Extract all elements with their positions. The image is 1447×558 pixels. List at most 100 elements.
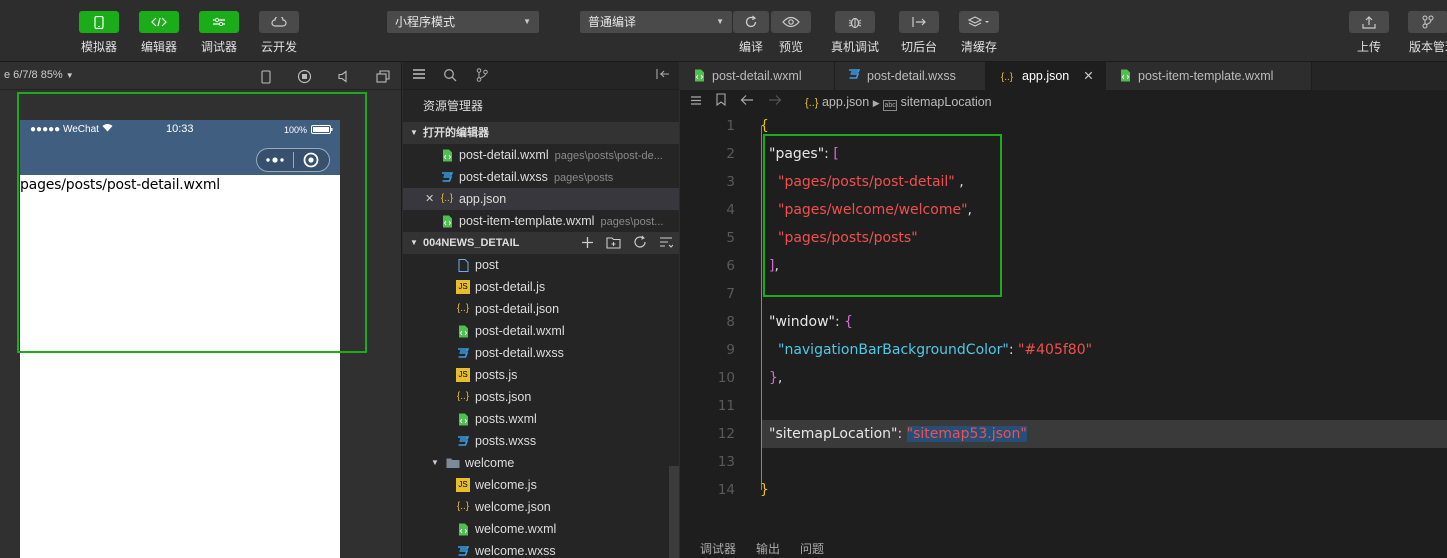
editor-tab-label: post-detail.wxss xyxy=(867,69,956,83)
tree-file[interactable]: JS welcome.js xyxy=(403,474,679,496)
editor-label: 编辑器 xyxy=(140,40,177,54)
branch-icon xyxy=(1408,11,1447,33)
bookmark-icon[interactable] xyxy=(716,90,726,114)
open-editor-filename: app.json xyxy=(459,192,507,206)
colon: : xyxy=(835,314,845,330)
battery-icon xyxy=(311,125,333,137)
editor-tab[interactable]: post-detail.wxss xyxy=(835,62,986,90)
explorer-iconbar xyxy=(403,62,679,90)
background-button[interactable]: 切后台 xyxy=(889,11,949,55)
comma: , xyxy=(774,258,779,274)
json-key: "pages" xyxy=(769,146,825,162)
breadcrumb-file[interactable]: app.json xyxy=(822,95,869,109)
carrier-signal: ●●●●● WeChat xyxy=(30,124,99,135)
string-symbol-icon: abc xyxy=(883,100,898,111)
code-line-4: 4 "pages/welcome/welcome", xyxy=(680,196,1447,224)
background-label: 切后台 xyxy=(900,40,937,54)
back-arrow-icon[interactable] xyxy=(740,90,754,114)
upload-button[interactable]: 上传 xyxy=(1339,11,1399,55)
list-icon[interactable] xyxy=(690,90,702,114)
tree-item-label: post xyxy=(475,258,499,272)
clear-cache-button[interactable]: 清缓存 xyxy=(949,11,1009,55)
wxml-file-icon xyxy=(456,324,470,338)
brace-open: { xyxy=(760,118,769,134)
tree-file[interactable]: posts.wxss xyxy=(403,430,679,452)
phone-nav-bar xyxy=(20,146,340,175)
open-editor-item[interactable]: post-item-template.wxml pages\post... xyxy=(403,210,679,232)
popout-icon[interactable] xyxy=(374,68,391,85)
tab-debugger[interactable]: 调试器 xyxy=(700,536,736,558)
code-area[interactable]: 1{ 2 "pages": [ 3 "pages/posts/post-detail… xyxy=(680,112,1447,504)
remote-debug-button[interactable]: 真机调试 xyxy=(825,11,885,55)
tree-file[interactable]: {..} post-detail.json xyxy=(403,298,679,320)
record-icon[interactable] xyxy=(296,68,313,85)
folder-icon xyxy=(446,456,460,470)
editor-tab[interactable]: post-detail.wxml xyxy=(680,62,835,90)
code-line-12: 12 "sitemapLocation": "sitemap53.json" xyxy=(718,420,1447,448)
tree-file[interactable]: posts.wxml xyxy=(403,408,679,430)
open-editors-header[interactable]: ▼ 打开的编辑器 xyxy=(403,122,679,144)
open-editor-item[interactable]: ✕ {..} app.json xyxy=(403,188,679,210)
collapse-panel-icon[interactable] xyxy=(656,68,670,83)
tree-item-label: post-detail.json xyxy=(475,302,560,316)
open-editor-item[interactable]: post-detail.wxss pages\posts xyxy=(403,166,679,188)
open-editor-filename: post-detail.wxss pages\posts xyxy=(459,170,614,184)
code-line-1: 1{ xyxy=(680,112,1447,140)
phone-icon[interactable] xyxy=(257,68,274,85)
compile-select-value: 普通编译 xyxy=(588,15,637,29)
tree-file[interactable]: JS post-detail.js xyxy=(403,276,679,298)
debugger-button[interactable]: 调试器 xyxy=(189,11,249,55)
editor-tab[interactable]: post-item-template.wxml xyxy=(1106,62,1312,90)
mode-select[interactable]: 小程序模式 ▼ xyxy=(387,11,539,33)
preview-button[interactable]: 预览 xyxy=(761,11,821,55)
close-icon[interactable]: ✕ xyxy=(1083,69,1093,83)
simulator-label: 模拟器 xyxy=(80,40,117,54)
tree-file[interactable]: {..} posts.json xyxy=(403,386,679,408)
tree-file[interactable]: {..} welcome.json xyxy=(403,496,679,518)
tree-file[interactable]: welcome.wxml xyxy=(403,518,679,540)
tree-file[interactable]: post-detail.wxss xyxy=(403,342,679,364)
tree-file[interactable]: welcome.wxss xyxy=(403,540,679,558)
tab-problems[interactable]: 问题 xyxy=(800,536,824,558)
editor-tabs: post-detail.wxml post-detail.wxss {..} app.… xyxy=(680,62,1447,90)
open-editor-item[interactable]: post-detail.wxml pages\posts\post-de... xyxy=(403,144,679,166)
git-branch-icon[interactable] xyxy=(476,68,488,85)
code-line-6: 6], xyxy=(680,252,1447,280)
simulator-button[interactable]: 模拟器 xyxy=(69,11,129,55)
explorer-scrollbar[interactable] xyxy=(669,466,679,558)
tab-output[interactable]: 输出 xyxy=(756,536,780,558)
project-header[interactable]: ▼ 004NEWS_DETAIL xyxy=(403,232,679,254)
cloud-icon xyxy=(259,11,299,33)
compile-select[interactable]: 普通编译 ▼ xyxy=(580,11,732,33)
wxml-file-icon xyxy=(456,522,470,536)
cloud-button[interactable]: 云开发 xyxy=(249,11,309,55)
line-number: 14 xyxy=(717,482,735,498)
close-icon[interactable]: ✕ xyxy=(425,188,434,210)
volume-icon[interactable] xyxy=(335,68,352,85)
more-icon[interactable] xyxy=(257,149,293,171)
editor-button[interactable]: 编辑器 xyxy=(129,11,189,55)
switch-background-icon xyxy=(899,11,939,33)
tree-file[interactable]: post xyxy=(403,254,679,276)
code-line-11: 11 xyxy=(680,392,1447,420)
capsule-menu xyxy=(256,148,330,172)
tree-file[interactable]: JS posts.js xyxy=(403,364,679,386)
tree-file[interactable]: post-detail.wxml xyxy=(403,320,679,342)
tree-item-label: welcome xyxy=(465,456,515,470)
preview-label: 预览 xyxy=(778,40,803,54)
version-button[interactable]: 版本管理 xyxy=(1398,11,1447,55)
editor-tab[interactable]: {..} app.json ✕ xyxy=(986,62,1106,90)
close-miniprogram-icon[interactable] xyxy=(294,149,330,171)
breadcrumb-nav xyxy=(690,90,782,114)
device-select[interactable]: e 6/7/8 85% ▼ xyxy=(4,69,74,81)
code-line-8: 8 "window": { xyxy=(680,308,1447,336)
breadcrumb-symbol[interactable]: sitemapLocation xyxy=(901,95,992,109)
tree-folder[interactable]: ▼ welcome xyxy=(403,452,679,474)
wxml-file-icon xyxy=(440,214,454,228)
line-number: 1 xyxy=(726,118,735,134)
open-editor-filename: post-item-template.wxml pages\post... xyxy=(459,214,664,228)
tree-item-label: posts.wxml xyxy=(475,412,537,426)
forward-arrow-icon[interactable] xyxy=(768,90,782,114)
search-icon[interactable] xyxy=(443,68,457,85)
list-icon[interactable] xyxy=(412,68,426,83)
